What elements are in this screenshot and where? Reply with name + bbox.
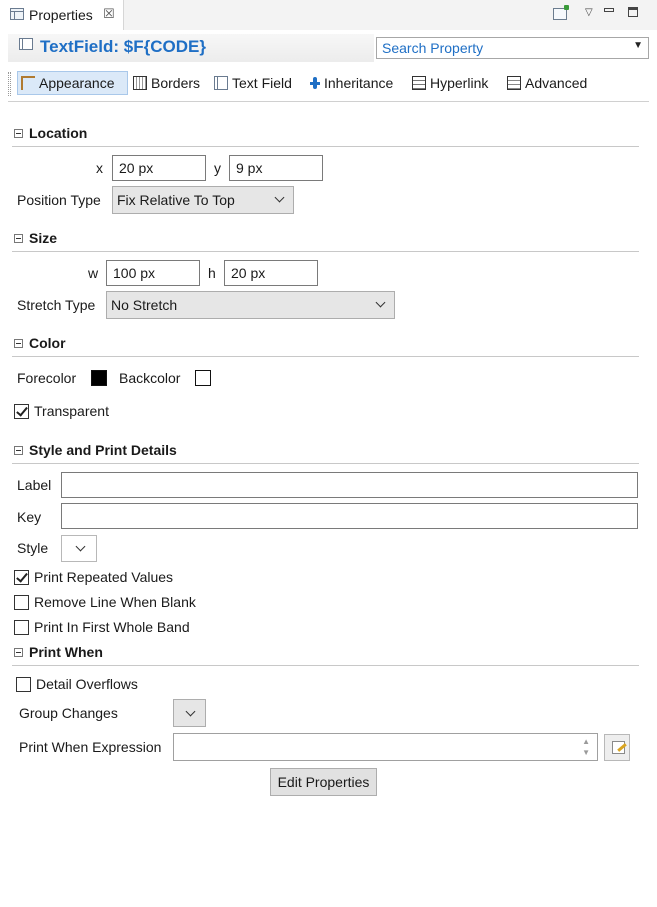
section-divider — [12, 463, 639, 464]
inheritance-icon — [310, 76, 320, 90]
section-divider — [12, 146, 639, 147]
chevron-down-icon — [274, 192, 285, 203]
x-input[interactable] — [112, 155, 206, 181]
stretch-type-label: Stretch Type — [17, 297, 96, 313]
chevron-down-icon — [185, 706, 196, 717]
tab-borders[interactable]: Borders — [133, 71, 200, 95]
y-input[interactable] — [229, 155, 323, 181]
tab-text-field[interactable]: Text Field — [214, 71, 292, 95]
borders-icon — [133, 76, 147, 90]
tab-appearance-label: Appearance — [39, 75, 115, 91]
close-view-icon[interactable]: ☒ — [103, 6, 115, 22]
section-divider — [12, 356, 639, 357]
color-collapse-toggle[interactable] — [14, 339, 23, 348]
transparent-label: Transparent — [34, 403, 109, 419]
section-divider — [12, 251, 639, 252]
pin-view-icon[interactable] — [553, 5, 569, 20]
tab-inheritance[interactable]: Inheritance — [310, 71, 393, 95]
dropdown-arrow-icon[interactable]: ▼ — [633, 40, 643, 51]
color-section-title: Color — [29, 335, 66, 351]
size-section-title: Size — [29, 230, 58, 246]
label-field-label: Label — [17, 477, 52, 493]
tab-hyperlink[interactable]: Hyperlink — [412, 71, 488, 95]
chevron-down-icon — [75, 541, 86, 552]
location-collapse-toggle[interactable] — [14, 129, 23, 138]
position-type-value: Fix Relative To Top — [117, 192, 235, 208]
edit-properties-button[interactable]: Edit Properties — [270, 768, 377, 796]
backcolor-label: Backcolor — [119, 370, 181, 386]
print-in-first-whole-band-label: Print In First Whole Band — [34, 619, 190, 635]
style-print-section-title: Style and Print Details — [29, 442, 177, 458]
tab-appearance[interactable]: Appearance — [17, 71, 128, 95]
tab-hyperlink-label: Hyperlink — [430, 75, 489, 91]
print-when-expression-field[interactable]: ▲ ▼ — [173, 733, 598, 761]
tab-advanced[interactable]: Advanced — [507, 71, 587, 95]
key-field-label: Key — [17, 509, 42, 525]
section-divider — [12, 665, 639, 666]
location-section-title: Location — [29, 125, 88, 141]
properties-view-icon — [10, 8, 24, 20]
text-field-element-icon — [19, 38, 33, 50]
stretch-type-select[interactable]: No Stretch — [106, 291, 395, 319]
transparent-checkbox[interactable] — [14, 404, 29, 419]
style-print-collapse-toggle[interactable] — [14, 446, 23, 455]
position-type-select[interactable]: Fix Relative To Top — [112, 186, 294, 214]
print-repeated-values-checkbox[interactable] — [14, 570, 29, 585]
hyperlink-icon — [412, 76, 426, 90]
y-label: y — [214, 160, 221, 176]
group-changes-select[interactable] — [173, 699, 206, 727]
print-in-first-whole-band-checkbox[interactable] — [14, 620, 29, 635]
w-input[interactable] — [106, 260, 200, 286]
style-field-label: Style — [17, 540, 49, 556]
print-when-expression-label: Print When Expression — [19, 739, 162, 755]
tab-text-field-label: Text Field — [232, 75, 292, 91]
forecolor-swatch[interactable] — [91, 370, 107, 386]
style-select[interactable] — [61, 535, 97, 562]
print-when-collapse-toggle[interactable] — [14, 648, 23, 657]
backcolor-swatch[interactable] — [195, 370, 211, 386]
h-input[interactable] — [224, 260, 318, 286]
forecolor-label: Forecolor — [17, 370, 77, 386]
scroll-up-icon[interactable]: ▲ — [582, 737, 590, 746]
element-title: TextField: $F{CODE} — [40, 37, 206, 56]
search-property-combo[interactable]: Search Property ▼ — [376, 37, 649, 59]
print-repeated-values-label: Print Repeated Values — [34, 569, 174, 585]
view-menu-icon[interactable]: ▽ — [585, 7, 593, 18]
size-collapse-toggle[interactable] — [14, 234, 23, 243]
maximize-icon[interactable] — [628, 7, 638, 17]
remove-line-when-blank-label: Remove Line When Blank — [34, 594, 196, 610]
edit-expression-icon — [612, 741, 625, 754]
label-input[interactable] — [61, 472, 638, 498]
position-type-label: Position Type — [17, 192, 101, 208]
stretch-type-value: No Stretch — [111, 297, 178, 313]
tab-inheritance-label: Inheritance — [324, 75, 394, 91]
detail-overflows-label: Detail Overflows — [36, 676, 138, 692]
h-label: h — [208, 265, 216, 281]
chevron-down-icon — [375, 297, 386, 308]
group-changes-label: Group Changes — [19, 705, 118, 721]
search-property-placeholder: Search Property — [382, 40, 484, 56]
detail-overflows-checkbox[interactable] — [16, 677, 31, 692]
scroll-down-icon[interactable]: ▼ — [582, 748, 590, 757]
w-label: w — [88, 265, 99, 281]
toolbar-grip-icon — [8, 72, 11, 96]
properties-view-title: Properties — [29, 7, 93, 23]
advanced-icon — [507, 76, 521, 90]
x-label: x — [96, 160, 103, 176]
text-field-icon — [214, 76, 228, 90]
print-when-section-title: Print When — [29, 644, 103, 660]
tab-borders-label: Borders — [151, 75, 201, 91]
expression-editor-button[interactable] — [604, 734, 630, 761]
minimize-icon[interactable] — [604, 8, 614, 12]
tab-advanced-label: Advanced — [525, 75, 588, 91]
key-input[interactable] — [61, 503, 638, 529]
appearance-icon — [21, 76, 35, 90]
remove-line-when-blank-checkbox[interactable] — [14, 595, 29, 610]
